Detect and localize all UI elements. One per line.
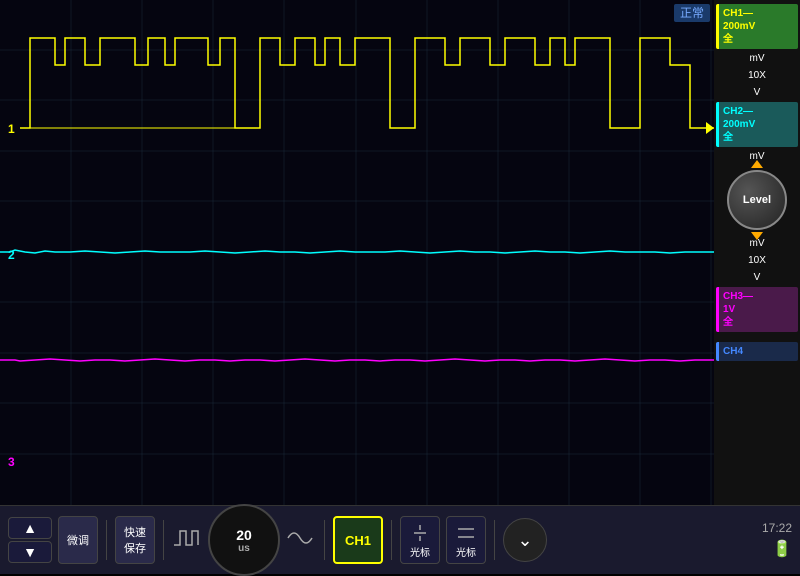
right-panel: CH1— 200mV 全 mV 10X V CH2— 200mV 全 mV Le… bbox=[714, 0, 800, 505]
timebase-value: 20 bbox=[236, 527, 252, 543]
ch4-button[interactable]: CH4 bbox=[716, 342, 798, 361]
bottom-toolbar: ▲ ▼ 微调 快速保存 20 us CH1 光标 bbox=[0, 505, 800, 574]
cursor2-button[interactable]: 光标 bbox=[446, 516, 486, 564]
ch1-indicator[interactable]: CH1 bbox=[333, 516, 383, 564]
ch1-button[interactable]: CH1— 200mV 全 bbox=[716, 4, 798, 49]
level-v-label[interactable]: V bbox=[716, 270, 798, 285]
ch1-v-label[interactable]: V bbox=[716, 85, 798, 100]
level-probe-label[interactable]: 10X bbox=[716, 253, 798, 268]
ch2-button[interactable]: CH2— 200mV 全 bbox=[716, 102, 798, 147]
fast-save-label: 快速保存 bbox=[124, 524, 146, 556]
status-bar: 正常 bbox=[674, 4, 710, 21]
oscilloscope-screen: 1 2 3 bbox=[0, 0, 714, 505]
up-arrow-button[interactable]: ▲ bbox=[8, 517, 52, 539]
waveform-left-icon[interactable] bbox=[172, 523, 202, 558]
ch1-number: 1 bbox=[8, 122, 15, 136]
cursor1-button[interactable]: 光标 bbox=[400, 516, 440, 564]
separator-1 bbox=[106, 520, 107, 560]
timebase-unit: us bbox=[238, 543, 250, 554]
ch1-mv-label[interactable]: mV bbox=[716, 51, 798, 66]
system-info: 17:22 🔋 bbox=[762, 521, 792, 559]
separator-3 bbox=[324, 520, 325, 560]
timebase-display[interactable]: 20 us bbox=[208, 504, 280, 576]
down-arrow-button[interactable]: ▼ bbox=[8, 541, 52, 563]
fine-adj-group: ▲ ▼ bbox=[8, 517, 52, 563]
waveform-display bbox=[0, 0, 714, 505]
waveform-right-icon[interactable] bbox=[286, 523, 316, 558]
ch1-probe-label[interactable]: 10X bbox=[716, 68, 798, 83]
ch2-number: 2 bbox=[8, 248, 15, 262]
separator-5 bbox=[494, 520, 495, 560]
cursor2-label: 光标 bbox=[456, 544, 476, 559]
fine-adj-label: 微调 bbox=[58, 516, 98, 564]
fast-save-button[interactable]: 快速保存 bbox=[115, 516, 155, 564]
separator-2 bbox=[163, 520, 164, 560]
menu-button[interactable]: ⌄ bbox=[503, 518, 547, 562]
ch3-button[interactable]: CH3— 1V 全 bbox=[716, 287, 798, 332]
separator-4 bbox=[391, 520, 392, 560]
level-knob[interactable]: Level bbox=[727, 170, 787, 230]
time-display: 17:22 bbox=[762, 521, 792, 535]
ch3-number: 3 bbox=[8, 455, 15, 469]
cursor1-label: 光标 bbox=[410, 544, 430, 559]
battery-icon: 🔋 bbox=[772, 539, 792, 559]
mode-status: 正常 bbox=[674, 4, 710, 22]
